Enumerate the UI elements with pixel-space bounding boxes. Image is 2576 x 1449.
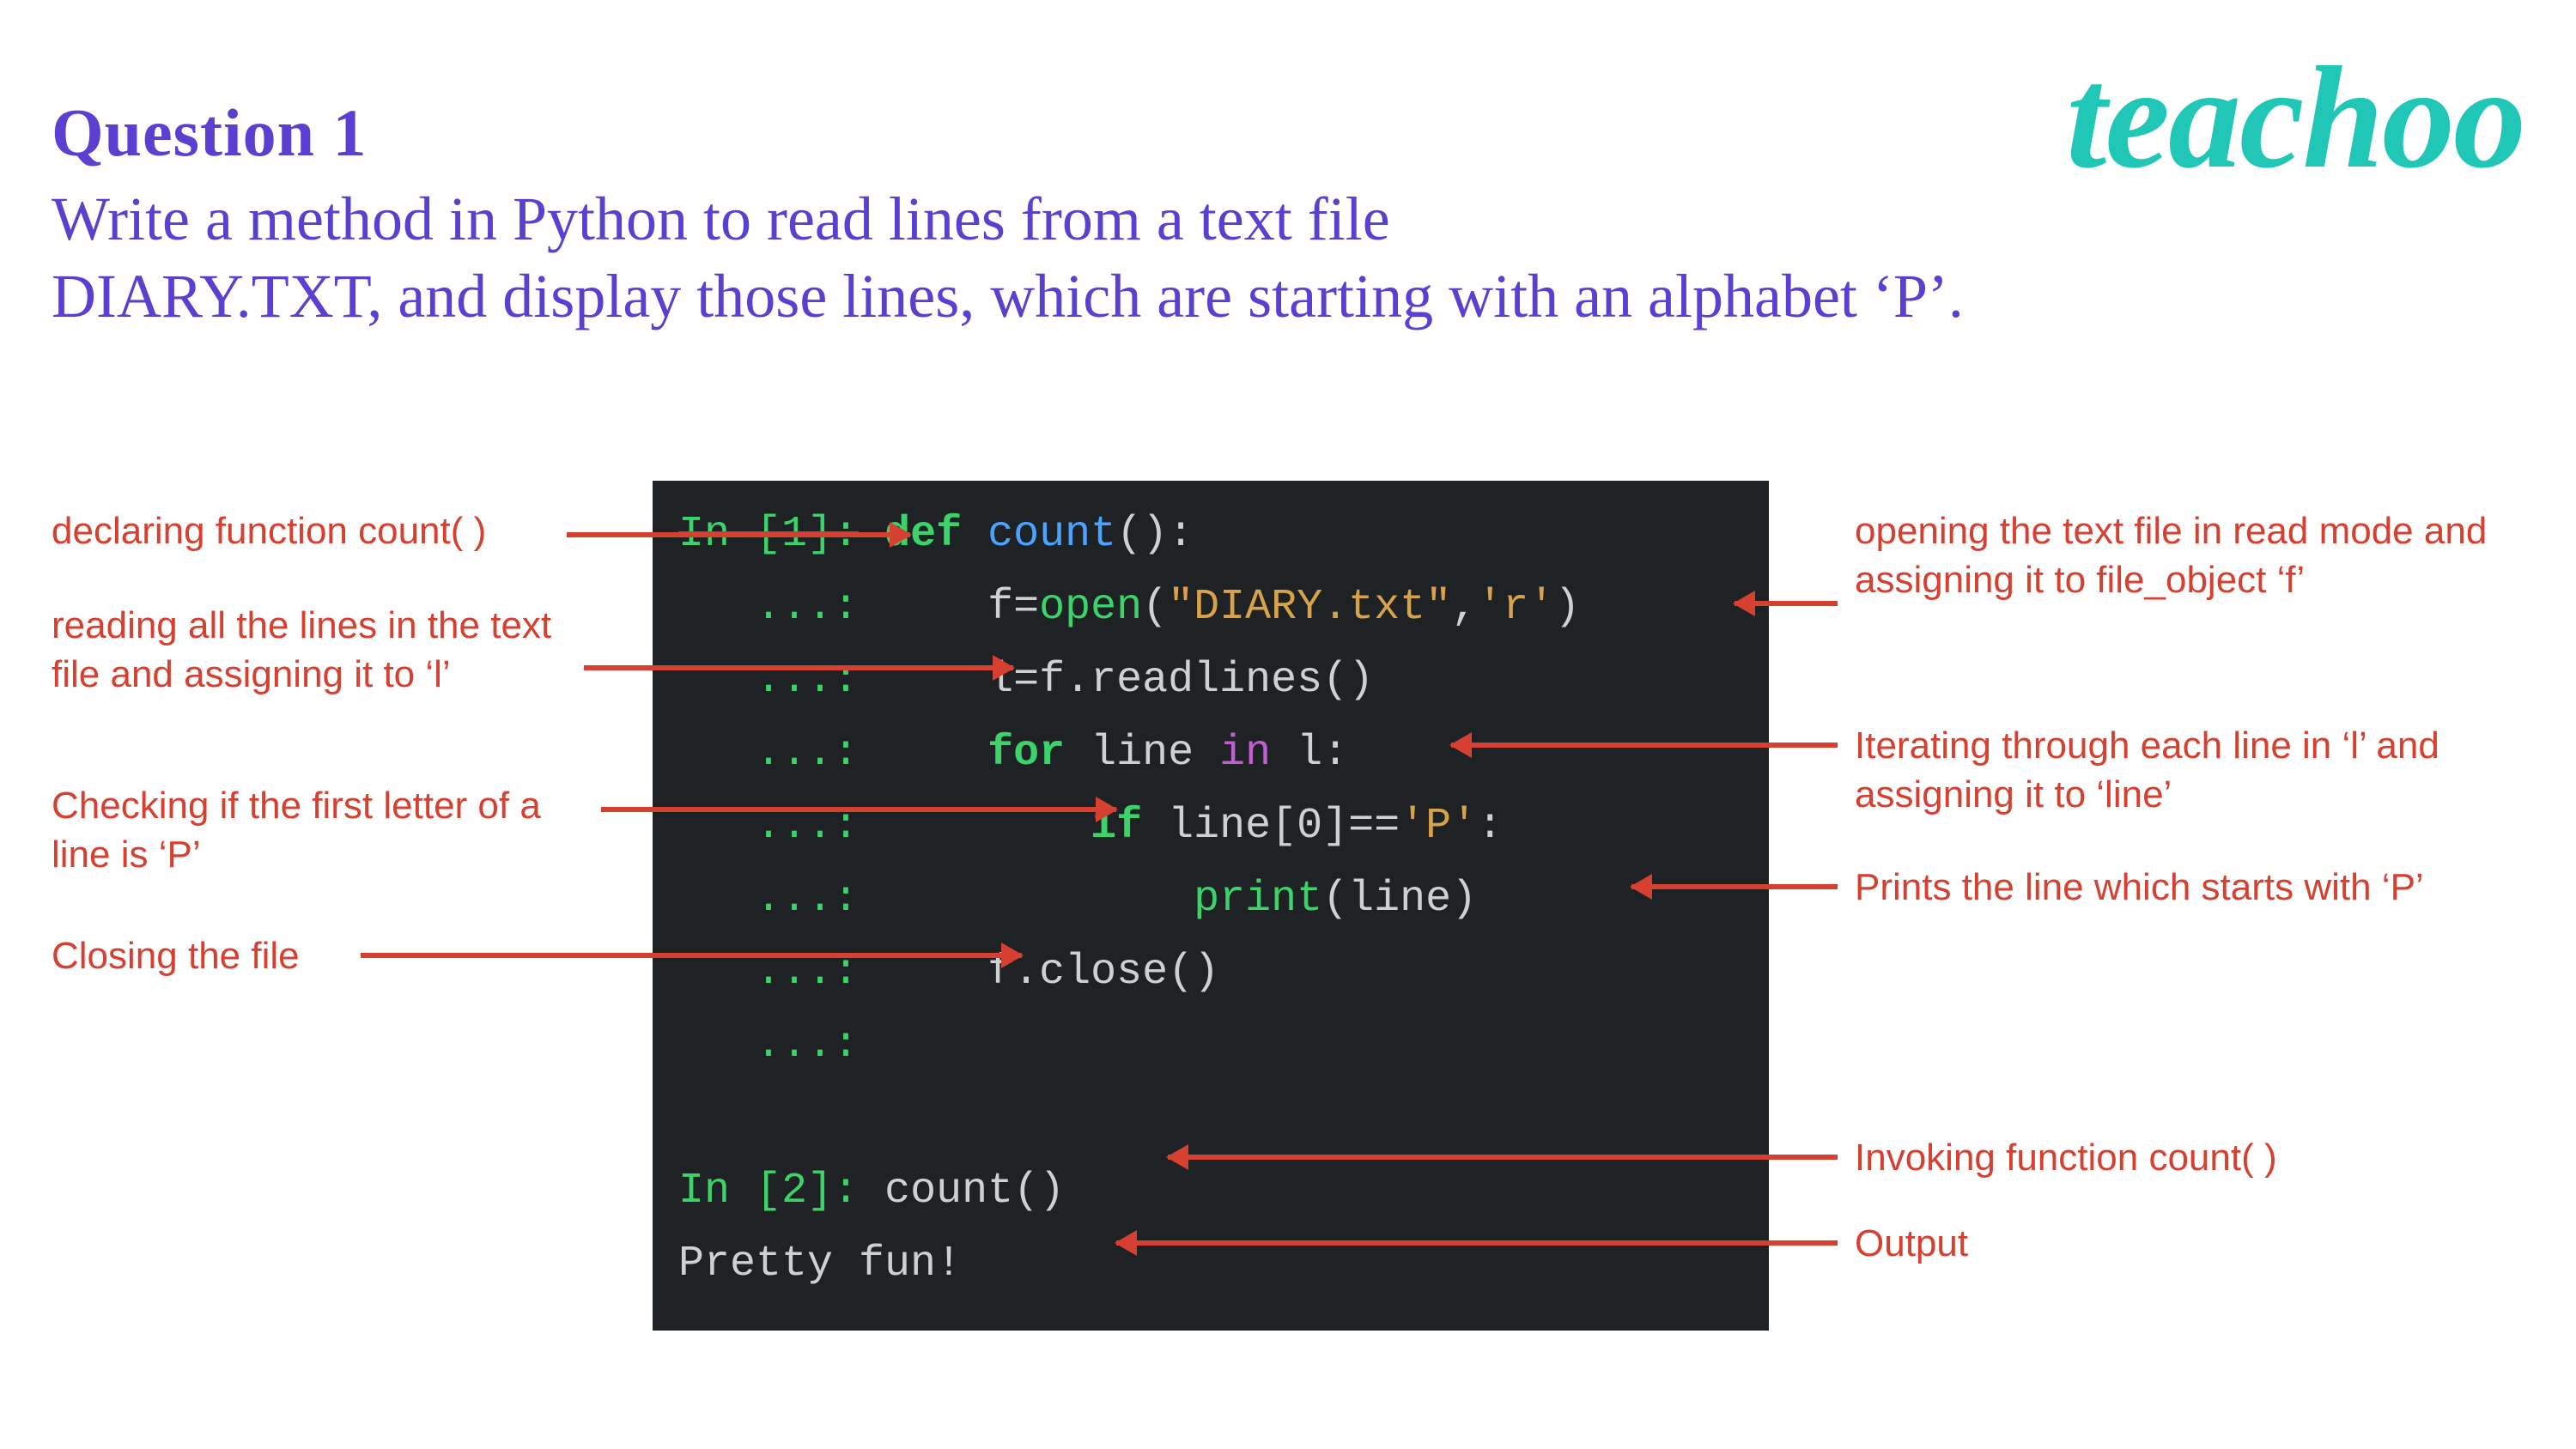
arrow-icon	[1451, 743, 1838, 748]
code-if-cond: line[0]==	[1142, 802, 1400, 851]
arrow-icon	[1735, 601, 1838, 606]
question-block: Question 1 Write a method in Python to r…	[52, 94, 1964, 335]
annotation-open-file: opening the text file in read mode and a…	[1855, 506, 2524, 604]
code-assign-f: f=	[987, 583, 1039, 632]
annotation-output: Output	[1855, 1219, 2524, 1268]
string-mode: 'r'	[1477, 583, 1554, 632]
code-continuation: ...:	[678, 875, 859, 924]
annotation-check-first-letter: Checking if the first letter of a line i…	[52, 781, 610, 879]
keyword-in: in	[1219, 729, 1271, 778]
code-print-args: (line)	[1322, 875, 1477, 924]
arrow-icon	[584, 665, 1013, 670]
arrow-icon	[361, 953, 1022, 958]
keyword-for: for	[987, 729, 1065, 778]
string-diary: "DIARY.txt"	[1168, 583, 1451, 632]
brand-logo: teachoo	[2066, 34, 2524, 202]
arrow-icon	[601, 807, 1116, 812]
annotation-declare-function: declaring function count( )	[52, 506, 610, 555]
code-punct: ,	[1451, 583, 1477, 632]
code-for-var: line	[1065, 729, 1219, 778]
annotation-iterate: Iterating through each line in ‘l’ and a…	[1855, 721, 2524, 819]
question-body-line1: Write a method in Python to read lines f…	[52, 185, 1390, 253]
code-punct: ():	[1116, 510, 1194, 559]
code-prompt-2: In [2]:	[678, 1167, 859, 1216]
function-name-count: count	[987, 510, 1116, 559]
arrow-icon	[1168, 1155, 1838, 1160]
arrow-icon	[1116, 1240, 1838, 1246]
code-block: In [1]: def count(): ...: f=open("DIARY.…	[653, 481, 1769, 1331]
arrow-icon	[1631, 884, 1838, 889]
annotation-invoke: Invoking function count( )	[1855, 1133, 2524, 1182]
string-p: 'P'	[1400, 802, 1477, 851]
annotation-print-line: Prints the line which starts with ‘P’	[1855, 863, 2559, 912]
code-continuation: ...:	[678, 729, 859, 778]
builtin-print: print	[1194, 875, 1322, 924]
code-continuation: ...:	[678, 583, 859, 632]
code-continuation: ...:	[678, 656, 859, 705]
question-body-line2: DIARY.TXT, and display those lines, whic…	[52, 262, 1964, 330]
code-for-iter: l:	[1271, 729, 1348, 778]
arrow-icon	[567, 532, 910, 537]
question-title: Question 1	[52, 94, 1964, 172]
code-output: Pretty fun!	[678, 1240, 962, 1288]
annotation-readlines: reading all the lines in the text file a…	[52, 601, 610, 699]
code-punct: )	[1554, 583, 1580, 632]
code-punct: :	[1477, 802, 1503, 851]
question-body: Write a method in Python to read lines f…	[52, 180, 1964, 335]
builtin-open: open	[1039, 583, 1142, 632]
code-readlines: l=f.readlines()	[987, 656, 1374, 705]
code-continuation: ...:	[678, 1021, 859, 1070]
code-invoke: count()	[884, 1167, 1065, 1216]
code-punct: (	[1142, 583, 1168, 632]
